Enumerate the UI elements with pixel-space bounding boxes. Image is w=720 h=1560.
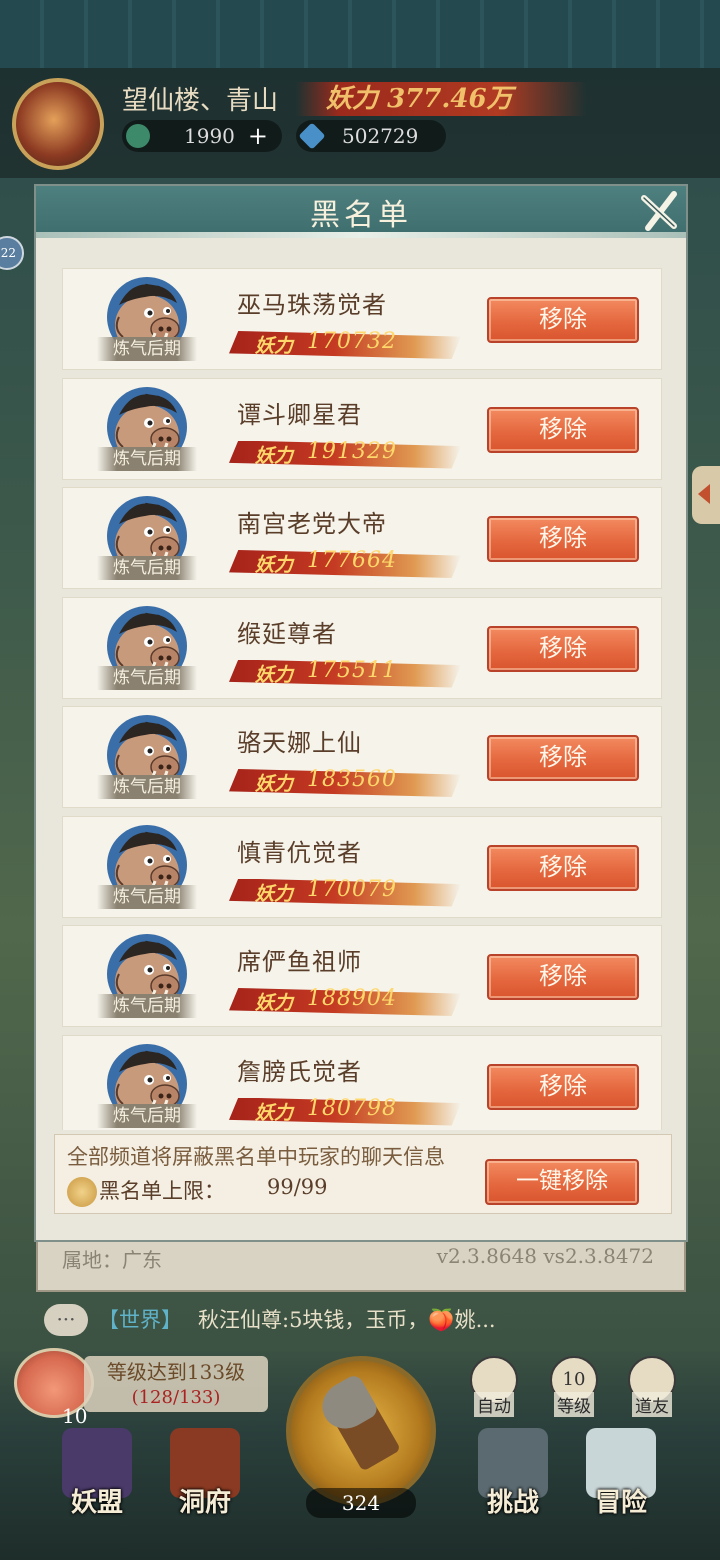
player-avatar[interactable] xyxy=(12,78,104,170)
player-power-value: 377.46万 xyxy=(387,84,513,114)
rank-tag: 炼气后期 xyxy=(97,337,197,361)
rank-tag: 炼气后期 xyxy=(97,1103,197,1128)
gem-counter: 502729 xyxy=(296,120,446,152)
blacklist-row: 炼气后期 南宫老党大帝 妖力 177664 移除 xyxy=(62,487,662,589)
power-value: 177664 xyxy=(307,548,397,573)
chat-channel: 【世界】 xyxy=(98,1308,182,1332)
remove-button[interactable]: 移除 xyxy=(487,844,639,891)
power-value: 180798 xyxy=(307,1095,397,1121)
location-name: 望仙楼、青山 xyxy=(122,86,279,116)
power-label: 妖力 xyxy=(255,992,294,1014)
power-label: 妖力 xyxy=(255,335,294,357)
rank-tag: 炼气后期 xyxy=(97,884,197,909)
blacklist-cap-icon xyxy=(67,1177,97,1207)
remove-button[interactable]: 移除 xyxy=(487,1063,639,1110)
power-value: 170732 xyxy=(307,329,397,354)
level-label: 等级 xyxy=(554,1392,594,1417)
power-value: 183560 xyxy=(307,767,397,792)
dialog-header: 黑名单 xyxy=(36,186,686,238)
nav-label: 挑战 xyxy=(486,1488,539,1518)
player-name: 谭斗卿星君 xyxy=(237,400,362,429)
blacklist-row: 炼气后期 谭斗卿星君 妖力 191329 移除 xyxy=(62,377,662,480)
blacklist-list[interactable]: 炼气后期 巫马珠荡觉者 妖力 170732 移除 炼气后期 谭斗卿星君 妖力 1… xyxy=(62,268,662,1130)
remove-button[interactable]: 移除 xyxy=(487,406,639,453)
add-coins-button[interactable]: + xyxy=(248,120,268,152)
remove-button[interactable]: 移除 xyxy=(487,735,639,781)
nav-yaomeng[interactable]: 妖盟 xyxy=(52,1428,142,1518)
power-value: 170079 xyxy=(307,876,397,902)
blacklist-row: 炼气后期 缑延尊者 妖力 175511 移除 xyxy=(62,596,662,699)
player-name: 慎青伉觉者 xyxy=(237,838,362,867)
nav-label: 洞府 xyxy=(178,1488,231,1518)
friends-label: 道友 xyxy=(632,1392,672,1417)
power-label: 妖力 xyxy=(255,444,294,467)
remove-button[interactable]: 移除 xyxy=(487,625,639,672)
nav-challenge[interactable]: 挑战 xyxy=(468,1428,558,1518)
power-value: 188904 xyxy=(307,986,397,1011)
rank-tag: 炼气后期 xyxy=(97,775,197,799)
top-decor-strip xyxy=(0,0,720,68)
gem-icon xyxy=(298,122,326,150)
close-button[interactable] xyxy=(636,188,682,234)
remove-button[interactable]: 移除 xyxy=(487,954,639,1000)
level-progress: (128/133) xyxy=(131,1387,221,1408)
power-label: 妖力 xyxy=(255,554,294,576)
region-text: 属地：广东 xyxy=(62,1248,162,1272)
rank-tag: 炼气后期 xyxy=(97,665,197,690)
level-goal-box[interactable]: 等级达到133级 (128/133) xyxy=(84,1356,268,1412)
player-power-label: 妖力 xyxy=(326,84,379,114)
close-icon xyxy=(641,191,677,231)
rank-tag: 炼气后期 xyxy=(97,994,197,1018)
power-value: 175511 xyxy=(307,657,397,683)
blacklist-row: 炼气后期 席俨鱼祖师 妖力 188904 移除 xyxy=(62,925,662,1027)
chat-bar[interactable]: ··· 【世界】 秋汪仙尊:5块钱，玉币，🍑姚... xyxy=(40,1300,680,1340)
player-name: 南宫老党大帝 xyxy=(237,510,387,538)
player-name: 詹膀氏觉者 xyxy=(237,1057,362,1086)
player-power-banner: 妖力 377.46万 xyxy=(296,82,586,116)
level-goal-text: 等级达到133级 xyxy=(106,1360,246,1384)
player-name: 骆天娜上仙 xyxy=(237,729,362,757)
side-expand-arrow-icon[interactable] xyxy=(692,466,720,524)
gem-value: 502729 xyxy=(342,124,419,148)
power-label: 妖力 xyxy=(255,1101,294,1124)
auto-label: 自动 xyxy=(474,1392,514,1417)
player-name: 缑延尊者 xyxy=(237,619,337,648)
info-panel: 属地：广东 v2.3.8648 vs2.3.8472 xyxy=(36,1236,686,1292)
remove-button[interactable]: 移除 xyxy=(487,297,639,343)
blacklist-row: 炼气后期 骆天娜上仙 妖力 183560 移除 xyxy=(62,706,662,808)
rank-tag: 炼气后期 xyxy=(97,446,197,471)
cap-value: 99/99 xyxy=(267,1175,328,1199)
blacklist-footer: 全部频道将屏蔽黑名单中玩家的聊天信息 黑名单上限： 99/99 一键移除 xyxy=(54,1134,672,1214)
nav-dongfu[interactable]: 洞府 xyxy=(160,1428,250,1518)
blacklist-dialog: 黑名单 炼气后期 巫马珠荡觉者 妖力 170732 移除 炼气后期 谭斗卿星君 … xyxy=(34,184,688,1242)
coin-counter: 1990 + xyxy=(122,120,282,152)
coin-icon xyxy=(126,124,150,148)
remove-button[interactable]: 移除 xyxy=(487,516,639,562)
player-name: 巫马珠荡觉者 xyxy=(237,291,387,319)
axe-count: 324 xyxy=(306,1488,416,1518)
chat-message: 秋汪仙尊:5块钱，玉币，🍑姚... xyxy=(198,1308,496,1332)
blacklist-row: 炼气后期 巫马珠荡觉者 妖力 170732 移除 xyxy=(62,268,662,370)
version-text: v2.3.8648 vs2.3.8472 xyxy=(436,1244,654,1268)
blacklist-row: 炼气后期 詹膀氏觉者 妖力 180798 移除 xyxy=(62,1034,662,1130)
nav-label: 冒险 xyxy=(594,1488,647,1518)
rank-tag: 炼气后期 xyxy=(97,556,197,580)
cap-label: 黑名单上限： xyxy=(99,1179,225,1203)
nav-adventure[interactable]: 冒险 xyxy=(576,1428,666,1518)
blacklist-row: 炼气后期 慎青伉觉者 妖力 170079 移除 xyxy=(62,815,662,918)
coin-value: 1990 xyxy=(184,124,235,148)
dialog-title: 黑名单 xyxy=(310,198,412,233)
chat-bubble-icon[interactable]: ··· xyxy=(44,1304,88,1336)
power-label: 妖力 xyxy=(255,663,294,686)
power-value: 191329 xyxy=(307,438,397,464)
power-label: 妖力 xyxy=(255,882,294,905)
player-name: 席俨鱼祖师 xyxy=(237,948,362,976)
nav-label: 妖盟 xyxy=(70,1488,123,1518)
power-label: 妖力 xyxy=(255,773,294,795)
footer-note: 全部频道将屏蔽黑名单中玩家的聊天信息 xyxy=(67,1145,445,1169)
remove-all-button[interactable]: 一键移除 xyxy=(485,1159,639,1205)
